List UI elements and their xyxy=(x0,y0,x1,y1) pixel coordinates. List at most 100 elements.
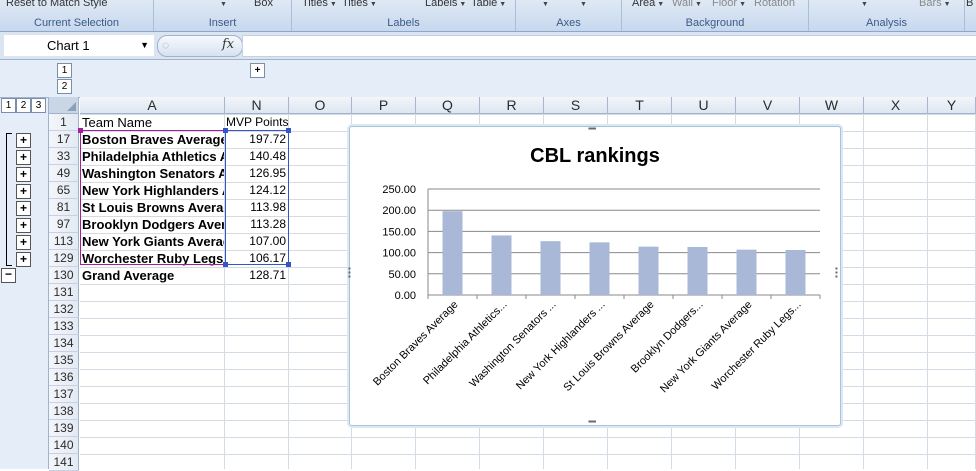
row-header[interactable]: 136 xyxy=(49,369,79,386)
column-header-v[interactable]: V xyxy=(736,97,800,114)
gridlines-dropdown-button[interactable]: ▼ xyxy=(578,0,587,9)
expand-group-button[interactable]: + xyxy=(16,201,31,216)
formula-input[interactable] xyxy=(242,35,976,57)
row-header[interactable]: 129 xyxy=(49,250,79,267)
range-handle[interactable] xyxy=(286,128,291,133)
bar xyxy=(491,235,512,295)
chevron-down-icon: ▼ xyxy=(943,1,951,8)
x-tick-label: St Louis Browns Average xyxy=(561,299,656,394)
row-header[interactable]: 134 xyxy=(49,335,79,352)
row-header[interactable]: 135 xyxy=(49,352,79,369)
resize-grip-bottom[interactable]: ▪▪▪▪ xyxy=(588,417,596,426)
chevron-down-icon: ▼ xyxy=(657,1,665,8)
expand-circle-icon[interactable]: ◌ xyxy=(162,38,169,52)
row-outline-level-3[interactable]: 3 xyxy=(31,98,46,113)
expand-group-button[interactable]: + xyxy=(16,133,31,148)
column-outline-level-1[interactable]: 1 xyxy=(57,63,72,78)
plot-area-label: Area xyxy=(632,0,656,9)
column-header-y[interactable]: Y xyxy=(928,97,976,114)
row-header[interactable]: 97 xyxy=(49,216,79,233)
range-handle[interactable] xyxy=(78,128,83,133)
insert-function-button[interactable]: fx xyxy=(222,37,234,52)
chart-wall-button[interactable]: Wall ▼ xyxy=(672,0,702,9)
row-header[interactable]: 1 xyxy=(49,114,79,131)
column-header-s[interactable]: S xyxy=(544,97,608,114)
chevron-down-icon[interactable]: ▼ xyxy=(140,36,149,55)
up-down-bars-button[interactable]: Bars ▼ xyxy=(919,0,951,9)
row-header[interactable]: 141 xyxy=(49,454,79,471)
column-header-n[interactable]: N xyxy=(225,97,289,114)
row-header[interactable]: 130 xyxy=(49,267,79,284)
axes-dropdown-button[interactable]: ▼ xyxy=(540,0,549,9)
name-box[interactable]: Chart 1 ▼ xyxy=(4,35,154,56)
text-box-button[interactable]: Box xyxy=(254,0,273,9)
chevron-down-icon: ▼ xyxy=(499,1,507,8)
column-expand-button[interactable]: + xyxy=(250,63,265,78)
range-handle[interactable] xyxy=(223,128,228,133)
expand-group-button[interactable]: + xyxy=(16,218,31,233)
column-header-x[interactable]: X xyxy=(864,97,928,114)
row-outline-level-2[interactable]: 2 xyxy=(16,98,31,113)
collapse-group-button[interactable]: − xyxy=(1,268,16,283)
row-header[interactable]: 17 xyxy=(49,131,79,148)
axis-titles-button[interactable]: Titles ▼ xyxy=(342,0,377,9)
x-tick-label: New York Highlanders ... xyxy=(514,299,608,393)
row-header[interactable]: 65 xyxy=(49,182,79,199)
range-handle[interactable] xyxy=(223,262,228,267)
column-header-a[interactable]: A xyxy=(80,97,225,114)
lines-dropdown-button[interactable]: ▼ xyxy=(859,0,868,9)
resize-grip-right[interactable]: ▪ ▪ ▪ xyxy=(835,265,838,281)
chart-floor-button[interactable]: Floor ▼ xyxy=(712,0,746,9)
row-header[interactable]: 49 xyxy=(49,165,79,182)
resize-grip-left[interactable]: ▪ ▪ ▪ xyxy=(348,265,351,281)
chart-title-label: Titles xyxy=(302,0,328,9)
column-header-w[interactable]: W xyxy=(800,97,864,114)
name-box-value: Chart 1 xyxy=(47,38,90,53)
ribbon-extra-button[interactable]: B xyxy=(966,0,973,9)
select-all-button[interactable] xyxy=(49,97,79,114)
column-header-p[interactable]: P xyxy=(352,97,416,114)
row-header[interactable]: 138 xyxy=(49,403,79,420)
row-header[interactable]: 113 xyxy=(49,233,79,250)
chevron-down-icon: ▼ xyxy=(580,1,587,8)
row-header[interactable]: 133 xyxy=(49,318,79,335)
row-header[interactable]: 33 xyxy=(49,148,79,165)
row-outline-level-1[interactable]: 1 xyxy=(1,98,16,113)
expand-group-button[interactable]: + xyxy=(16,167,31,182)
column-header-o[interactable]: O xyxy=(289,97,352,114)
column-outline-area: 1 2 + xyxy=(0,60,976,98)
grand-average-label[interactable]: Grand Average xyxy=(82,267,224,284)
plot-area-button[interactable]: Area ▼ xyxy=(632,0,664,9)
chart-plot[interactable]: 0.00 50.00 100.00 150.00 200.00 250.00 Boston … xyxy=(350,127,840,425)
column-header-q[interactable]: Q xyxy=(416,97,480,114)
column-header-t[interactable]: T xyxy=(608,97,672,114)
row-header[interactable]: 81 xyxy=(49,199,79,216)
x-tick-label: Washington Senators ... xyxy=(467,299,558,390)
row-header[interactable]: 139 xyxy=(49,420,79,437)
formula-bar: Chart 1 ▼ ◌ fx xyxy=(0,32,976,60)
reset-to-match-style-button[interactable]: Reset to Match Style xyxy=(6,0,108,9)
header-team-name[interactable]: Team Name xyxy=(82,114,224,131)
3d-rotation-button[interactable]: Rotation xyxy=(754,0,795,9)
row-header[interactable]: 131 xyxy=(49,284,79,301)
row-header[interactable]: 137 xyxy=(49,386,79,403)
insert-dropdown-button[interactable]: ▼ xyxy=(218,0,227,9)
column-header-r[interactable]: R xyxy=(480,97,544,114)
chart-object[interactable]: CBL rankings 0.00 50.00 100.00 150.00 200.00… xyxy=(348,124,841,426)
grand-average-value[interactable]: 128.71 xyxy=(226,267,286,284)
range-handle[interactable] xyxy=(286,262,291,267)
row-header[interactable]: 140 xyxy=(49,437,79,454)
column-outline-level-2[interactable]: 2 xyxy=(57,79,72,94)
expand-group-button[interactable]: + xyxy=(16,184,31,199)
row-header[interactable]: 132 xyxy=(49,301,79,318)
data-labels-button[interactable]: Labels ▼ xyxy=(425,0,466,9)
grid-line xyxy=(927,114,928,469)
resize-grip-top[interactable]: ▪▪▪▪ xyxy=(588,124,596,133)
expand-group-button[interactable]: + xyxy=(16,252,31,267)
bar xyxy=(736,249,757,295)
chart-title-button[interactable]: Titles ▼ xyxy=(302,0,337,9)
data-table-button[interactable]: Table ▼ xyxy=(471,0,506,9)
column-header-u[interactable]: U xyxy=(672,97,736,114)
expand-group-button[interactable]: + xyxy=(16,150,31,165)
expand-group-button[interactable]: + xyxy=(16,235,31,250)
